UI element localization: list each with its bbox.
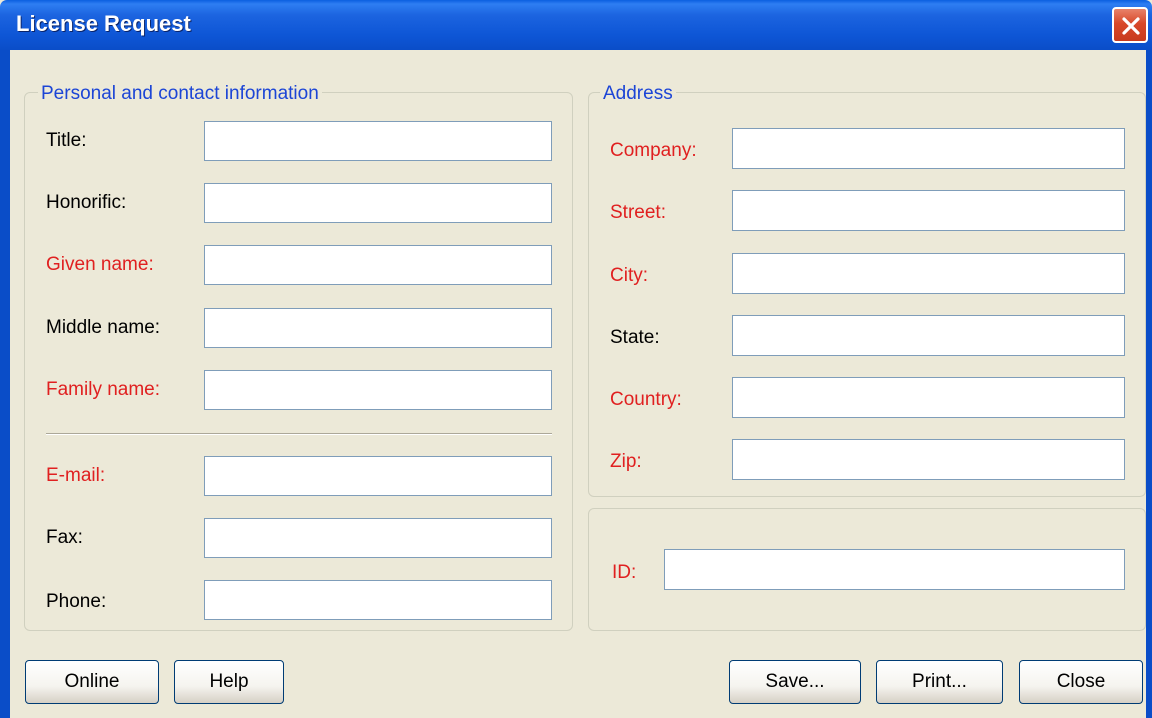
title-field[interactable] (204, 121, 552, 161)
window-frame-right (1146, 50, 1152, 718)
company-field[interactable] (732, 128, 1125, 169)
help-button[interactable]: Help (174, 660, 284, 704)
address-legend: Address (600, 83, 676, 105)
save-button[interactable]: Save... (729, 660, 861, 704)
middle-name-field[interactable] (204, 308, 552, 348)
phone-label: Phone: (46, 591, 107, 612)
window-title: License Request (16, 11, 191, 36)
city-field[interactable] (732, 253, 1125, 294)
close-button[interactable]: Close (1019, 660, 1143, 704)
print-button[interactable]: Print... (876, 660, 1003, 704)
state-label: State: (610, 327, 660, 348)
given-name-field[interactable] (204, 245, 552, 285)
family-name-field[interactable] (204, 370, 552, 410)
country-field[interactable] (732, 377, 1125, 418)
phone-field[interactable] (204, 580, 552, 620)
country-label: Country: (610, 389, 682, 410)
online-button[interactable]: Online (25, 660, 159, 704)
given-name-label: Given name: (46, 254, 154, 275)
window-close-button[interactable] (1112, 7, 1148, 43)
id-label: ID: (612, 562, 637, 583)
middle-name-label: Middle name: (46, 317, 161, 338)
family-name-label: Family name: (46, 379, 161, 400)
honorific-label: Honorific: (46, 192, 127, 213)
city-label: City: (610, 265, 648, 286)
street-label: Street: (610, 202, 666, 223)
zip-field[interactable] (732, 439, 1125, 480)
email-label: E-mail: (46, 465, 106, 486)
title-label: Title: (46, 130, 87, 151)
zip-label: Zip: (610, 451, 642, 472)
fax-field[interactable] (204, 518, 552, 558)
window-frame-left (0, 50, 10, 718)
honorific-field[interactable] (204, 183, 552, 223)
contact-separator (46, 433, 552, 435)
license-request-dialog: License Request Personal and contact inf… (0, 0, 1152, 718)
personal-info-legend: Personal and contact information (38, 83, 322, 105)
company-label: Company: (610, 140, 697, 161)
close-icon (1122, 17, 1140, 35)
title-bar[interactable]: License Request (0, 0, 1152, 50)
fax-label: Fax: (46, 527, 83, 548)
email-field[interactable] (204, 456, 552, 496)
street-field[interactable] (732, 190, 1125, 231)
id-field[interactable] (664, 549, 1125, 590)
state-field[interactable] (732, 315, 1125, 356)
